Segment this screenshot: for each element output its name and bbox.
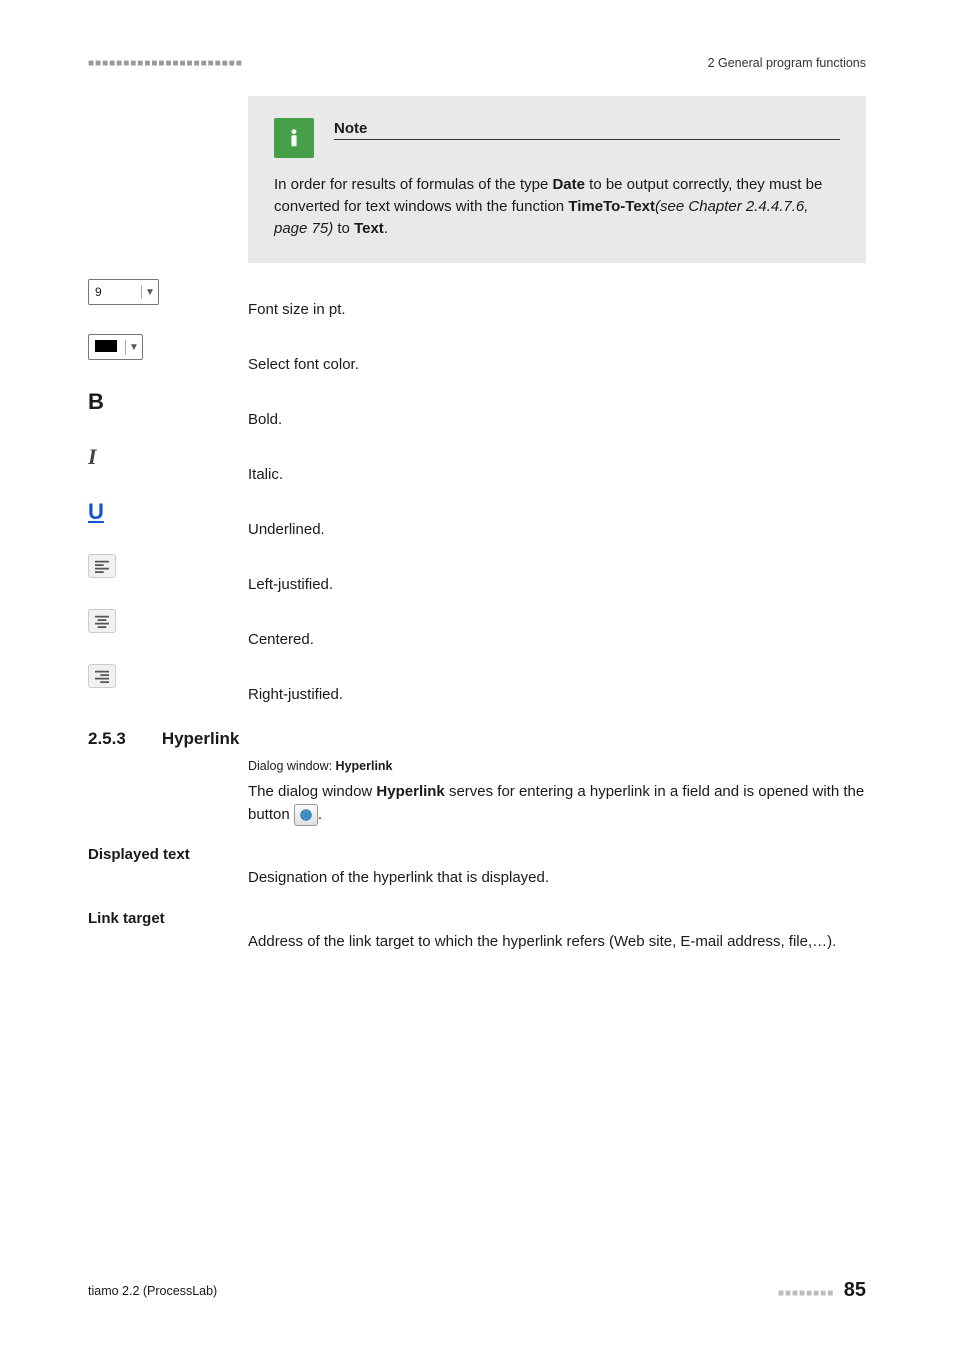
align-left-description: Left-justified.: [248, 550, 866, 593]
underline-description: Underlined.: [248, 495, 866, 538]
info-icon: [274, 118, 314, 158]
chevron-down-icon: ▼: [126, 342, 142, 353]
italic-description: Italic.: [248, 440, 866, 483]
hyperlink-intro: The dialog window Hyperlink serves for e…: [248, 781, 866, 826]
italic-icon[interactable]: I: [88, 444, 97, 469]
header-ornament-left: ■■■■■■■■■■■■■■■■■■■■■■: [88, 58, 243, 69]
footer-product: tiamo 2.2 (ProcessLab): [88, 1284, 217, 1298]
chevron-down-icon: ▼: [142, 287, 158, 298]
link-target-description: Address of the link target to which the …: [248, 931, 866, 954]
section-number: 2.5.3: [88, 729, 126, 749]
align-center-icon[interactable]: [88, 609, 116, 633]
displayed-text-term: Displayed text: [88, 846, 866, 863]
align-right-icon[interactable]: [88, 664, 116, 688]
hyperlink-button-icon[interactable]: [294, 804, 318, 826]
align-left-icon[interactable]: [88, 554, 116, 578]
bold-icon[interactable]: B: [88, 389, 104, 414]
note-body: In order for results of formulas of the …: [274, 174, 840, 239]
font-color-description: Select font color.: [248, 330, 866, 373]
dialog-caption: Dialog window: Hyperlink: [248, 759, 866, 773]
link-target-term: Link target: [88, 910, 866, 927]
font-size-value: 9: [89, 285, 142, 299]
align-right-description: Right-justified.: [248, 660, 866, 703]
font-size-description: Font size in pt.: [248, 275, 866, 318]
page-number: 85: [844, 1279, 866, 1301]
note-callout: Note In order for results of formulas of…: [248, 96, 866, 263]
font-color-select[interactable]: ▼: [88, 334, 143, 360]
section-title: Hyperlink: [162, 729, 239, 749]
section-heading: 2.5.3 Hyperlink: [88, 729, 866, 749]
note-title: Note: [334, 120, 840, 140]
font-size-select[interactable]: 9 ▼: [88, 279, 159, 305]
header-chapter: 2 General program functions: [708, 56, 866, 70]
footer-ornament: ■■■■■■■■: [778, 1288, 834, 1299]
font-color-swatch: [95, 340, 117, 352]
underline-icon[interactable]: U: [88, 499, 104, 524]
displayed-text-description: Designation of the hyperlink that is dis…: [248, 867, 866, 890]
bold-description: Bold.: [248, 385, 866, 428]
page-header: ■■■■■■■■■■■■■■■■■■■■■■ 2 General program…: [88, 56, 866, 70]
page-footer: tiamo 2.2 (ProcessLab) ■■■■■■■■ 85: [88, 1279, 866, 1302]
align-center-description: Centered.: [248, 605, 866, 648]
